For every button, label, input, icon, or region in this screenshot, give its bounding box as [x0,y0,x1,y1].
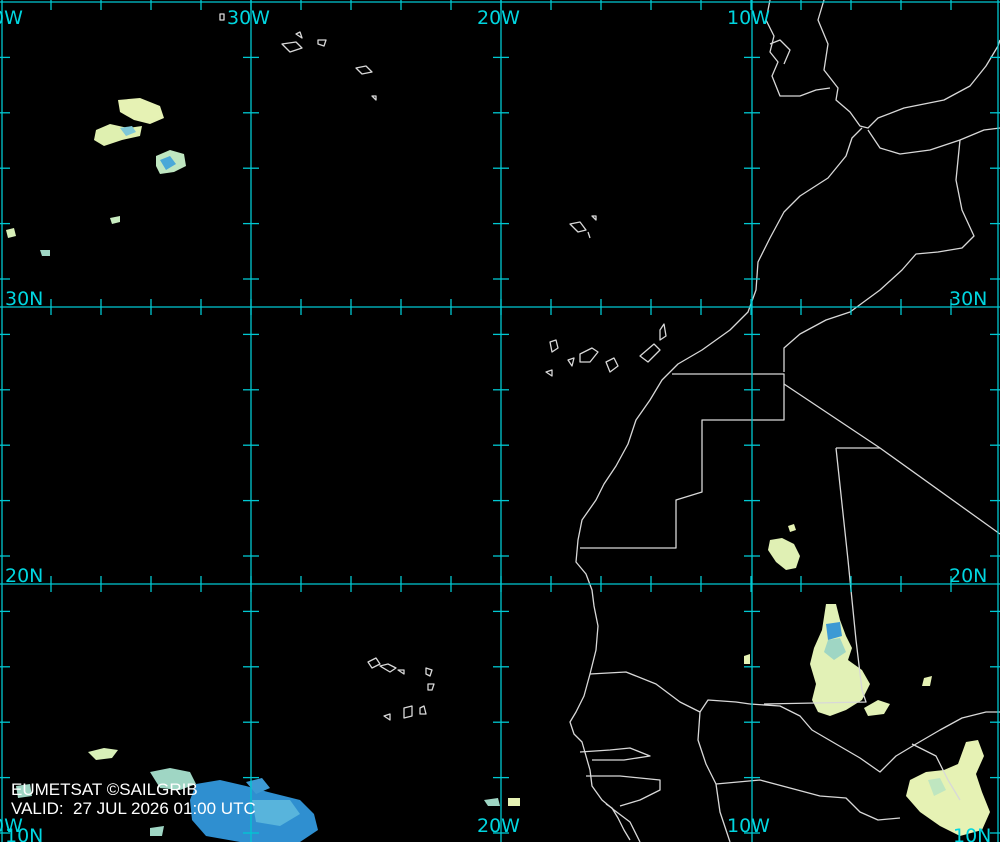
cloud-patch [508,798,520,806]
label-top-30w: 30W [227,7,270,29]
label-top-20w: 20W [477,7,520,29]
valid-time-line: VALID: 27 JUL 2026 01:00 UTC [11,799,256,818]
satellite-map: 0W 30W 20W 10W 30N 30N 20N 20N 0W 10N 20… [0,0,1000,842]
label-left-20n: 20N [5,565,43,587]
label-top-10w: 10W [727,7,770,29]
label-bottom-20w: 20W [477,815,520,837]
label-right-30n: 30N [949,288,987,310]
valid-label: VALID: [11,799,64,818]
credit-line: EUMETSAT ©SAILGRIB [11,780,198,799]
valid-time: 27 JUL 2026 01:00 UTC [73,799,256,818]
label-left-10n: 10N [5,825,43,842]
label-top-0w: 0W [0,7,23,29]
label-bottom-10n-right: 10N [953,825,991,842]
label-bottom-10w: 10W [727,815,770,837]
label-right-20n: 20N [949,565,987,587]
label-left-30n: 30N [5,288,43,310]
